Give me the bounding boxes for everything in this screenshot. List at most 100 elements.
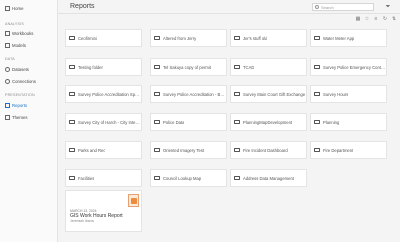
folder-icon: [234, 64, 240, 70]
folder-icon: [234, 119, 240, 125]
report-card[interactable]: Survey Hours: [310, 85, 387, 103]
report-card[interactable]: Police Data: [150, 113, 227, 131]
report-card[interactable]: Jer's stuff old: [230, 29, 307, 47]
folder-icon: [69, 175, 75, 181]
report-owner: Jeremiah Ibarra: [70, 219, 94, 223]
sidebar-item-label: Workbooks: [12, 31, 34, 36]
sidebar-item-label: Models: [12, 43, 26, 48]
report-card[interactable]: TCAD: [230, 58, 307, 76]
section-heading-analysis: ANALYSIS: [5, 22, 24, 26]
report-card-label: Altered from Jerry: [163, 35, 197, 41]
sidebar-item-datasets[interactable]: Datasets: [5, 66, 29, 73]
folder-icon: [154, 119, 160, 125]
report-card[interactable]: Fire Department: [310, 141, 387, 159]
report-card[interactable]: Survey Police Emergency Contact: [310, 58, 387, 76]
sidebar-item-workbooks[interactable]: Workbooks: [5, 30, 33, 37]
folder-icon: [69, 147, 75, 153]
report-card[interactable]: Survey City of Harch - City Intern...: [65, 113, 142, 131]
folder-icon: [234, 91, 240, 97]
sidebar-item-label: Connections: [12, 79, 36, 84]
sidebar-item-label: Datasets: [12, 67, 29, 72]
report-card-label: Police Data: [163, 119, 185, 125]
sidebar-item-label: Reports: [12, 103, 28, 108]
dataset-icon: [5, 67, 10, 72]
report-card[interactable]: Water Meter App: [310, 29, 387, 47]
folder-icon: [314, 147, 320, 153]
report-card-featured[interactable]: MARCH 13, 2024 GIS Work Hours Report Jer…: [65, 190, 142, 232]
report-card[interactable]: Survey Police Accreditation - Ba...: [150, 85, 227, 103]
report-card-label: Oriented Imagery Test: [163, 147, 205, 153]
report-card[interactable]: Fire Incident Dashboard: [230, 141, 307, 159]
sidebar-item-reports[interactable]: Reports: [5, 102, 27, 109]
folder-icon: [69, 35, 75, 41]
folder-icon: [154, 175, 160, 181]
sort-icon[interactable]: ⇅: [391, 16, 397, 22]
folder-icon: [154, 35, 160, 41]
folder-icon: [234, 35, 240, 41]
report-card-label: PlanningMapDevelopment: [243, 119, 293, 125]
header-divider: [58, 13, 400, 14]
folder-icon: [314, 64, 320, 70]
sidebar-item-label: Home: [12, 6, 24, 11]
home-icon: [5, 6, 10, 11]
workbook-icon: [5, 31, 10, 36]
sidebar-item-themes[interactable]: Themes: [5, 114, 28, 121]
folder-icon: [154, 91, 160, 97]
report-card[interactable]: Address Data Management: [230, 169, 307, 187]
folder-icon: [69, 91, 75, 97]
report-card-label: Planning: [323, 119, 340, 125]
folder-icon: [314, 91, 320, 97]
report-card[interactable]: Tel Sakuya copy of permit: [150, 58, 227, 76]
report-card[interactable]: Survey Main Court Gift Exchange: [230, 85, 307, 103]
report-card-label: Survey Hours: [323, 91, 349, 97]
star-icon[interactable]: ☆: [364, 16, 370, 22]
report-card-label: Address Data Management: [243, 175, 294, 181]
report-card-label: Survey Main Court Gift Exchange: [243, 91, 306, 97]
report-icon: [5, 103, 10, 108]
report-thumbnail: [128, 194, 139, 207]
folder-icon: [69, 64, 75, 70]
refresh-icon[interactable]: ↻: [382, 16, 388, 22]
report-card[interactable]: Survey Police Accreditation Spare: [65, 85, 142, 103]
report-card-label: Survey Police Emergency Contact: [323, 64, 386, 70]
report-card[interactable]: Planning: [310, 113, 387, 131]
report-card[interactable]: Facilities: [65, 169, 142, 187]
report-card-label: Fire Department: [323, 147, 354, 153]
sidebar-item-connections[interactable]: Connections: [5, 78, 36, 85]
sidebar: Home ANALYSIS Workbooks Models DATA Data…: [0, 0, 58, 242]
folder-icon: [314, 35, 320, 41]
report-card-label: Jer's stuff old: [243, 35, 268, 41]
model-icon: [5, 43, 10, 48]
report-card-label: Fire Incident Dashboard: [243, 147, 288, 153]
report-card-label: Survey Police Accreditation - Ba...: [163, 91, 226, 97]
report-card[interactable]: Parks and Rec: [65, 141, 142, 159]
report-card[interactable]: Council Lookup Map: [150, 169, 227, 187]
report-card-label: Facilities: [78, 175, 95, 181]
report-card-label: Survey City of Harch - City Intern...: [78, 119, 141, 125]
report-card-label: Testing folder: [78, 64, 103, 70]
main-content: Reports Search ⏷ ▦ ☆ ≡ ↻ ⇅ Ceofirmini Alt…: [58, 0, 400, 242]
search-input[interactable]: Search: [312, 3, 374, 11]
report-card[interactable]: Testing folder: [65, 58, 142, 76]
report-card-label: Survey Police Accreditation Spare: [78, 91, 141, 97]
sidebar-item-home[interactable]: Home: [5, 5, 23, 12]
filter-icon[interactable]: ⏷: [384, 3, 392, 11]
folder-icon: [314, 119, 320, 125]
folder-icon: [154, 147, 160, 153]
report-card[interactable]: PlanningMapDevelopment: [230, 113, 307, 131]
sidebar-item-models[interactable]: Models: [5, 42, 26, 49]
folder-icon: [234, 147, 240, 153]
report-card-label: Water Meter App: [323, 35, 355, 41]
report-card-label: Ceofirmini: [78, 35, 97, 41]
list-view-icon[interactable]: ≡: [373, 16, 379, 22]
report-card[interactable]: Ceofirmini: [65, 29, 142, 47]
section-heading-presentation: PRESENTATION: [5, 93, 35, 97]
report-card[interactable]: Altered from Jerry: [150, 29, 227, 47]
section-heading-data: DATA: [5, 57, 15, 61]
report-card[interactable]: Oriented Imagery Test: [150, 141, 227, 159]
sidebar-item-label: Themes: [12, 115, 28, 120]
folder-icon: [234, 175, 240, 181]
search-icon: [315, 5, 319, 9]
page-title: Reports: [70, 3, 95, 10]
grid-view-icon[interactable]: ▦: [355, 16, 361, 22]
